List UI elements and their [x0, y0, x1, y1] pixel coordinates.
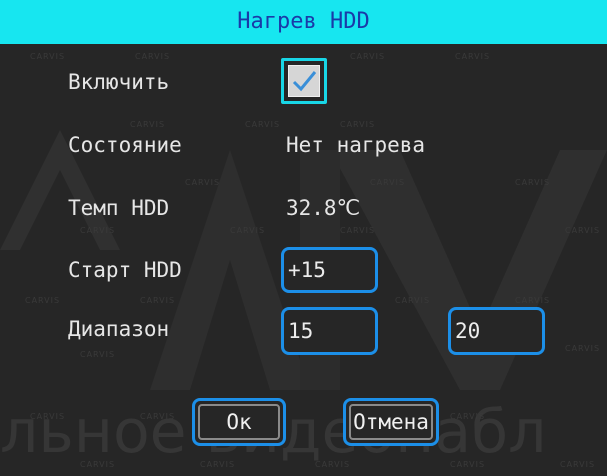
brand-watermark: CARVIS [370, 178, 406, 187]
brand-watermark: CARVIS [340, 120, 376, 129]
hdd-temp-label: Темп HDD [68, 196, 170, 220]
start-hdd-label: Старт HDD [68, 258, 182, 282]
brand-watermark: CARVIS [25, 296, 61, 305]
brand-watermark: CARVIS [455, 52, 491, 61]
range-to-field[interactable]: 20 [448, 307, 545, 355]
brand-watermark: CARVIS [515, 178, 551, 187]
brand-watermark: CARVIS [185, 178, 221, 187]
brand-watermark: CARVIS [350, 52, 386, 61]
dialog-title: Нагрев HDD [0, 0, 607, 44]
start-hdd-field[interactable]: +15 [281, 247, 378, 293]
cancel-button-label: Отмена [353, 410, 429, 434]
hdd-temp-value: 32.8℃ [286, 196, 361, 220]
brand-watermark: CARVIS [245, 120, 281, 129]
brand-watermark: CARVIS [30, 52, 66, 61]
brand-watermark: CARVIS [340, 226, 376, 235]
brand-watermark: CARVIS [450, 412, 486, 421]
checkmark-icon [292, 71, 317, 92]
brand-watermark: CARVIS [395, 296, 431, 305]
status-label: Состояние [68, 133, 182, 157]
brand-watermark: CARVIS [315, 460, 351, 469]
range-label: Диапазон [68, 317, 170, 341]
ok-button[interactable]: Ок [192, 398, 286, 446]
brand-watermark: CARVIS [565, 226, 601, 235]
brand-watermark: CARVIS [80, 350, 116, 359]
brand-watermark: CARVIS [140, 412, 176, 421]
enable-checkbox[interactable] [281, 58, 327, 104]
range-from-field[interactable]: 15 [281, 307, 378, 355]
brand-watermark: CARVIS [560, 460, 596, 469]
cancel-button[interactable]: Отмена [343, 398, 439, 446]
brand-watermark: CARVIS [130, 120, 166, 129]
brand-watermark: CARVIS [200, 460, 236, 469]
brand-watermark: CARVIS [140, 296, 176, 305]
brand-watermark: CARVIS [450, 460, 486, 469]
brand-watermark: CARVIS [565, 344, 601, 353]
brand-watermark: CARVIS [135, 52, 171, 61]
enable-label: Включить [68, 70, 170, 94]
status-value: Нет нагрева [286, 133, 426, 157]
brand-watermark: CARVIS [80, 226, 116, 235]
ok-button-label: Ок [226, 410, 252, 434]
brand-watermark: CARVIS [515, 296, 551, 305]
brand-watermark: CARVIS [80, 460, 116, 469]
brand-watermark: CARVIS [30, 412, 66, 421]
checkbox-fill [288, 65, 320, 97]
brand-watermark: CARVIS [230, 226, 266, 235]
